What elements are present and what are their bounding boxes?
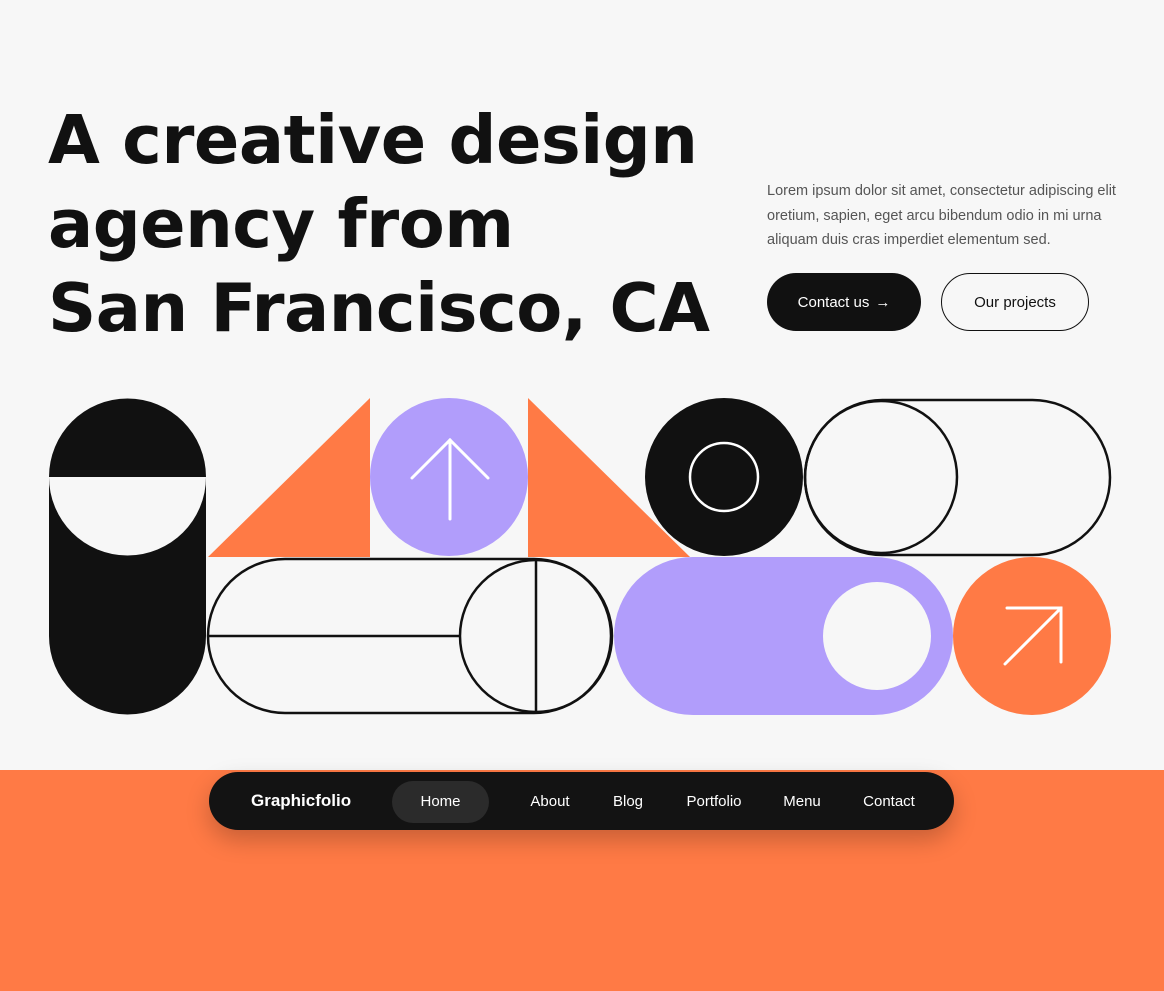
orange-triangle-left [208,398,370,557]
floating-navbar: Graphicfolio Home About Blog Portfolio M… [209,772,954,830]
nav-item-portfolio[interactable]: Portfolio [676,781,752,823]
purple-toggle-shape [614,557,953,715]
nav-item-contact[interactable]: Contact [853,781,925,823]
nav-item-menu[interactable]: Menu [772,781,832,823]
outline-capsule-shape [206,557,614,715]
geometric-illustration [49,398,1112,715]
nav-item-blog[interactable]: Blog [598,781,658,823]
nav-item-home[interactable]: Home [392,781,489,823]
brand-logo[interactable]: Graphicfolio [251,772,351,830]
nav-item-about[interactable]: About [514,781,586,823]
outline-toggle-shape [803,398,1112,557]
black-circle [645,398,803,556]
black-pill-shape [49,398,206,715]
